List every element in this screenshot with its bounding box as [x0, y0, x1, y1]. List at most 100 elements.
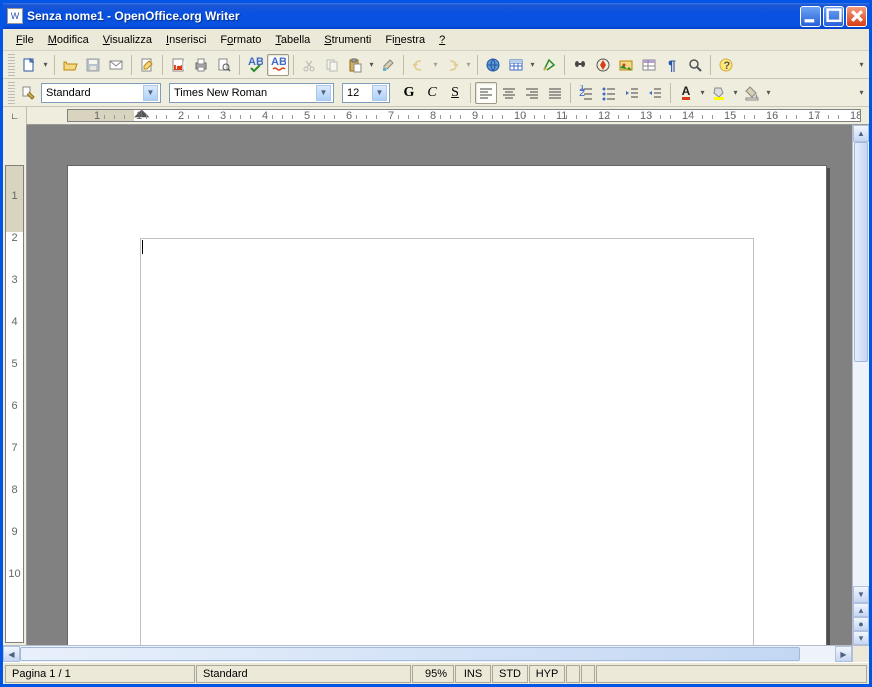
maximize-button[interactable]	[823, 6, 844, 27]
align-left-button[interactable]	[475, 82, 497, 104]
menu-table[interactable]: Tabella	[268, 32, 317, 48]
redo-dropdown[interactable]: ▾	[464, 54, 473, 76]
new-button[interactable]	[18, 54, 40, 76]
nav-object-button[interactable]: ●	[853, 617, 869, 631]
bgcolor-dropdown[interactable]: ▾	[764, 82, 773, 104]
zoom-button[interactable]	[684, 54, 706, 76]
toolbar-grip[interactable]	[8, 54, 15, 76]
ruler-corner: ∟	[3, 107, 27, 125]
cut-button[interactable]	[298, 54, 320, 76]
hruler-scale[interactable]: ◢◣ 1123456789101112131415161718	[67, 109, 861, 122]
gallery-button[interactable]	[615, 54, 637, 76]
next-page-button[interactable]: ▾	[853, 631, 869, 645]
scroll-left-button[interactable]: ◀	[3, 646, 20, 662]
bgcolor-button[interactable]	[741, 82, 763, 104]
scroll-down-button[interactable]: ▼	[853, 586, 869, 603]
dropdown-arrow-icon[interactable]: ▼	[372, 85, 387, 101]
pdf-button[interactable]: PDF	[167, 54, 189, 76]
table-dropdown[interactable]: ▾	[528, 54, 537, 76]
save-button[interactable]	[82, 54, 104, 76]
paragraph-style-combo[interactable]: Standard ▼	[41, 83, 161, 103]
status-pagestyle[interactable]: Standard	[196, 665, 411, 683]
dropdown-arrow-icon[interactable]: ▼	[143, 85, 158, 101]
redo-button[interactable]	[441, 54, 463, 76]
prev-page-button[interactable]: ▴	[853, 603, 869, 617]
horizontal-ruler[interactable]: ∟ ◢◣ 1123456789101112131415161718	[3, 107, 869, 125]
svg-text:PDF: PDF	[175, 60, 186, 72]
menu-format[interactable]: Formato	[213, 32, 268, 48]
close-button[interactable]	[846, 6, 867, 27]
ruler-tick: 5	[304, 110, 310, 121]
menu-file[interactable]: File	[9, 32, 41, 48]
increase-indent-button[interactable]	[644, 82, 666, 104]
email-button[interactable]	[105, 54, 127, 76]
menu-help[interactable]: ?	[432, 32, 452, 48]
font-color-dropdown[interactable]: ▾	[698, 82, 707, 104]
hyperlink-button[interactable]	[482, 54, 504, 76]
text-frame[interactable]	[140, 238, 754, 645]
highlight-button[interactable]	[708, 82, 730, 104]
toolbar-grip[interactable]	[8, 82, 15, 104]
table-button[interactable]	[505, 54, 527, 76]
datasources-button[interactable]	[638, 54, 660, 76]
align-center-button[interactable]	[498, 82, 520, 104]
bold-button[interactable]: G	[398, 82, 420, 104]
open-button[interactable]	[59, 54, 81, 76]
spellcheck-button[interactable]: ABC	[244, 54, 266, 76]
preview-button[interactable]	[213, 54, 235, 76]
highlight-dropdown[interactable]: ▾	[731, 82, 740, 104]
vertical-ruler[interactable]: 12345678910	[3, 125, 27, 645]
help-button[interactable]: ?	[715, 54, 737, 76]
vruler-scale[interactable]: 12345678910	[5, 165, 24, 643]
paste-button[interactable]	[344, 54, 366, 76]
status-selection[interactable]: STD	[492, 665, 528, 683]
scroll-up-button[interactable]: ▲	[853, 125, 869, 142]
italic-button[interactable]: C	[421, 82, 443, 104]
align-right-button[interactable]	[521, 82, 543, 104]
paste-dropdown[interactable]: ▾	[367, 54, 376, 76]
menu-tools[interactable]: Strumenti	[317, 32, 378, 48]
titlebar[interactable]: W Senza nome1 - OpenOffice.org Writer	[3, 3, 869, 29]
dropdown-arrow-icon[interactable]: ▼	[316, 85, 331, 101]
menu-insert[interactable]: Inserisci	[159, 32, 213, 48]
status-page[interactable]: Pagina 1 / 1	[5, 665, 195, 683]
navigator-button[interactable]	[592, 54, 614, 76]
horizontal-scrollbar[interactable]: ◀ ▶	[3, 645, 869, 662]
font-name-combo[interactable]: Times New Roman ▼	[169, 83, 334, 103]
document-area[interactable]	[27, 125, 852, 645]
vertical-scrollbar[interactable]: ▲ ▼ ▴ ● ▾	[852, 125, 869, 645]
decrease-indent-button[interactable]	[621, 82, 643, 104]
numbered-list-button[interactable]: 12	[575, 82, 597, 104]
minimize-button[interactable]	[800, 6, 821, 27]
styles-button[interactable]	[18, 82, 40, 104]
hscroll-thumb[interactable]	[20, 647, 800, 661]
underline-button[interactable]: S	[444, 82, 466, 104]
nonprinting-button[interactable]: ¶	[661, 54, 683, 76]
new-dropdown[interactable]: ▾	[41, 54, 50, 76]
bullet-list-button[interactable]	[598, 82, 620, 104]
status-hyphen[interactable]: HYP	[529, 665, 565, 683]
page[interactable]	[67, 165, 827, 645]
status-zoom[interactable]: 95%	[412, 665, 454, 683]
autospell-button[interactable]: ABC	[267, 54, 289, 76]
toolbar-more[interactable]: ▾	[857, 54, 866, 76]
print-button[interactable]	[190, 54, 212, 76]
status-insert[interactable]: INS	[455, 665, 491, 683]
align-justify-button[interactable]	[544, 82, 566, 104]
scroll-right-button[interactable]: ▶	[835, 646, 852, 662]
menu-view[interactable]: Visualizza	[96, 32, 159, 48]
font-color-button[interactable]: A	[675, 82, 697, 104]
find-button[interactable]	[569, 54, 591, 76]
vscroll-thumb[interactable]	[854, 142, 868, 362]
menu-edit[interactable]: Modifica	[41, 32, 96, 48]
ruler-tick: 1	[6, 190, 23, 202]
font-size-combo[interactable]: 12 ▼	[342, 83, 390, 103]
undo-button[interactable]	[408, 54, 430, 76]
edit-doc-button[interactable]	[136, 54, 158, 76]
menu-window[interactable]: Finestra	[378, 32, 432, 48]
paintbrush-button[interactable]	[377, 54, 399, 76]
copy-button[interactable]	[321, 54, 343, 76]
toolbar-more[interactable]: ▾	[857, 82, 866, 104]
drawing-button[interactable]	[538, 54, 560, 76]
undo-dropdown[interactable]: ▾	[431, 54, 440, 76]
